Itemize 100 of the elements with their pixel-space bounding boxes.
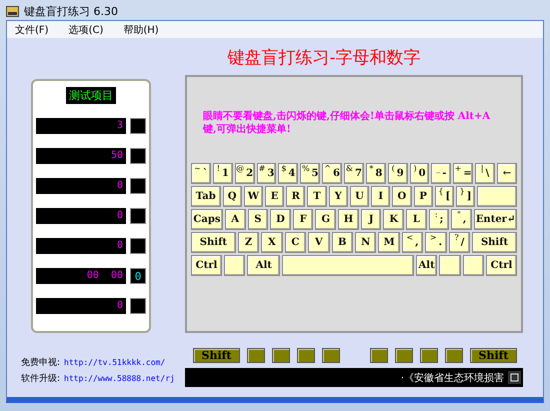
key[interactable]: J — [360, 209, 382, 230]
key[interactable]: ← — [497, 163, 517, 184]
key[interactable]: Tab — [191, 186, 221, 207]
key[interactable]: Shift — [191, 232, 236, 253]
key[interactable]: O — [392, 186, 412, 207]
key[interactable]: L — [406, 209, 427, 230]
stat-box — [130, 148, 146, 164]
key[interactable]: ? / — [448, 232, 470, 253]
key[interactable]: _ - — [431, 163, 452, 184]
key[interactable]: X — [261, 232, 283, 253]
stat-box — [130, 238, 146, 254]
stat-value: 0 — [36, 178, 126, 194]
key[interactable]: @ 2 — [234, 163, 255, 184]
key[interactable]: M — [378, 232, 400, 253]
shift-indicator: Shift — [193, 348, 240, 363]
key[interactable]: % 5 — [300, 163, 320, 184]
key[interactable]: Y — [328, 186, 348, 207]
key[interactable]: " , — [451, 209, 472, 230]
key[interactable]: ^ 6 — [322, 163, 342, 184]
window-icon[interactable] — [508, 371, 521, 384]
key[interactable] — [477, 186, 518, 207]
key-indicator — [445, 348, 463, 363]
ticker-text: ·《安徽省生态环境损害 — [400, 372, 504, 384]
key-indicator — [297, 348, 315, 363]
stat-value: 0 — [36, 298, 126, 314]
menu-item[interactable]: 选项(C) — [68, 22, 104, 36]
key[interactable]: Shift — [472, 232, 517, 253]
key[interactable]: R — [286, 186, 306, 207]
key[interactable]: { [ — [434, 186, 454, 207]
key[interactable]: K — [383, 209, 404, 230]
shift-indicator: Shift — [470, 348, 517, 363]
stat-box — [130, 298, 146, 314]
window-title: 键盘盲打练习 6.30 — [24, 4, 118, 18]
key[interactable]: N — [354, 232, 376, 253]
key[interactable]: U — [350, 186, 370, 207]
stat-box — [130, 208, 146, 224]
key[interactable]: # 3 — [256, 163, 276, 184]
key-indicator — [370, 348, 388, 363]
key[interactable]: E — [264, 186, 284, 207]
link-label: 软件升级: — [21, 372, 60, 385]
keyboard-icon — [6, 6, 19, 16]
link-label: 免费申视: — [21, 356, 60, 369]
key[interactable]: ~ ` — [191, 163, 211, 184]
key[interactable]: F — [292, 209, 314, 230]
key[interactable]: A — [224, 209, 246, 230]
key[interactable]: Ctrl — [486, 255, 517, 276]
key[interactable]: $ 4 — [278, 163, 298, 184]
key[interactable]: D — [270, 209, 291, 230]
hint-text: 眼睛不要看键盘,击闪烁的键,仔细体会!单击鼠标右键或按 Alt+A 键,可弹出快捷菜单! — [202, 110, 492, 137]
stat-value: 50 — [36, 148, 126, 164]
key[interactable]: + = — [453, 163, 474, 184]
key[interactable]: : ; — [428, 209, 450, 230]
key[interactable]: Alt — [416, 255, 438, 276]
key[interactable]: Ctrl — [191, 255, 222, 276]
menu-item[interactable]: 文件(F) — [15, 22, 49, 36]
key[interactable]: < , — [402, 232, 424, 253]
stat-value: 0 — [36, 208, 126, 224]
link[interactable]: http://www.58888.net/rj — [64, 374, 175, 383]
key[interactable]: ) 0 — [410, 163, 430, 184]
key[interactable]: > . — [425, 232, 447, 253]
key[interactable]: V — [308, 232, 330, 253]
key[interactable] — [439, 255, 461, 276]
link[interactable]: http://tv.51kkkk.com/ — [64, 358, 166, 367]
key[interactable]: W — [244, 186, 263, 207]
stat-value: 0 — [36, 238, 126, 254]
key[interactable]: T — [307, 186, 327, 207]
stat-box — [130, 178, 146, 194]
key-indicator — [322, 348, 340, 363]
key[interactable]: B — [332, 232, 353, 253]
key[interactable]: Q — [222, 186, 242, 207]
stats-title: 测试项目 — [66, 87, 116, 104]
key[interactable] — [282, 255, 414, 276]
lesson-title: 键盘盲打练习-字母和数字 — [226, 47, 422, 70]
key[interactable] — [462, 255, 484, 276]
stat-box: 0 — [130, 268, 146, 284]
key[interactable]: H — [338, 209, 359, 230]
key[interactable]: ! 1 — [212, 163, 233, 184]
key-indicator — [247, 348, 265, 363]
stat-box — [130, 118, 146, 134]
key-indicator — [420, 348, 438, 363]
key[interactable]: Z — [238, 232, 260, 253]
key[interactable]: | \ — [475, 163, 496, 184]
stat-value: 3 — [36, 118, 126, 134]
key-indicator — [395, 348, 413, 363]
key[interactable]: & 7 — [344, 163, 364, 184]
key[interactable]: S — [248, 209, 268, 230]
key[interactable] — [224, 255, 246, 276]
key[interactable]: ( 9 — [388, 163, 408, 184]
key[interactable]: G — [315, 209, 336, 230]
key[interactable]: Caps — [191, 209, 223, 230]
key[interactable]: } ] — [456, 186, 476, 207]
key-indicator — [272, 348, 290, 363]
key[interactable]: P — [414, 186, 433, 207]
key[interactable]: I — [371, 186, 390, 207]
key[interactable]: C — [284, 232, 306, 253]
menu-item[interactable]: 帮助(H) — [123, 22, 159, 36]
key[interactable]: Alt — [247, 255, 280, 276]
stat-value: 00 00 — [36, 268, 126, 284]
key[interactable]: Enter↵ — [474, 209, 518, 230]
key[interactable]: * 8 — [366, 163, 386, 184]
